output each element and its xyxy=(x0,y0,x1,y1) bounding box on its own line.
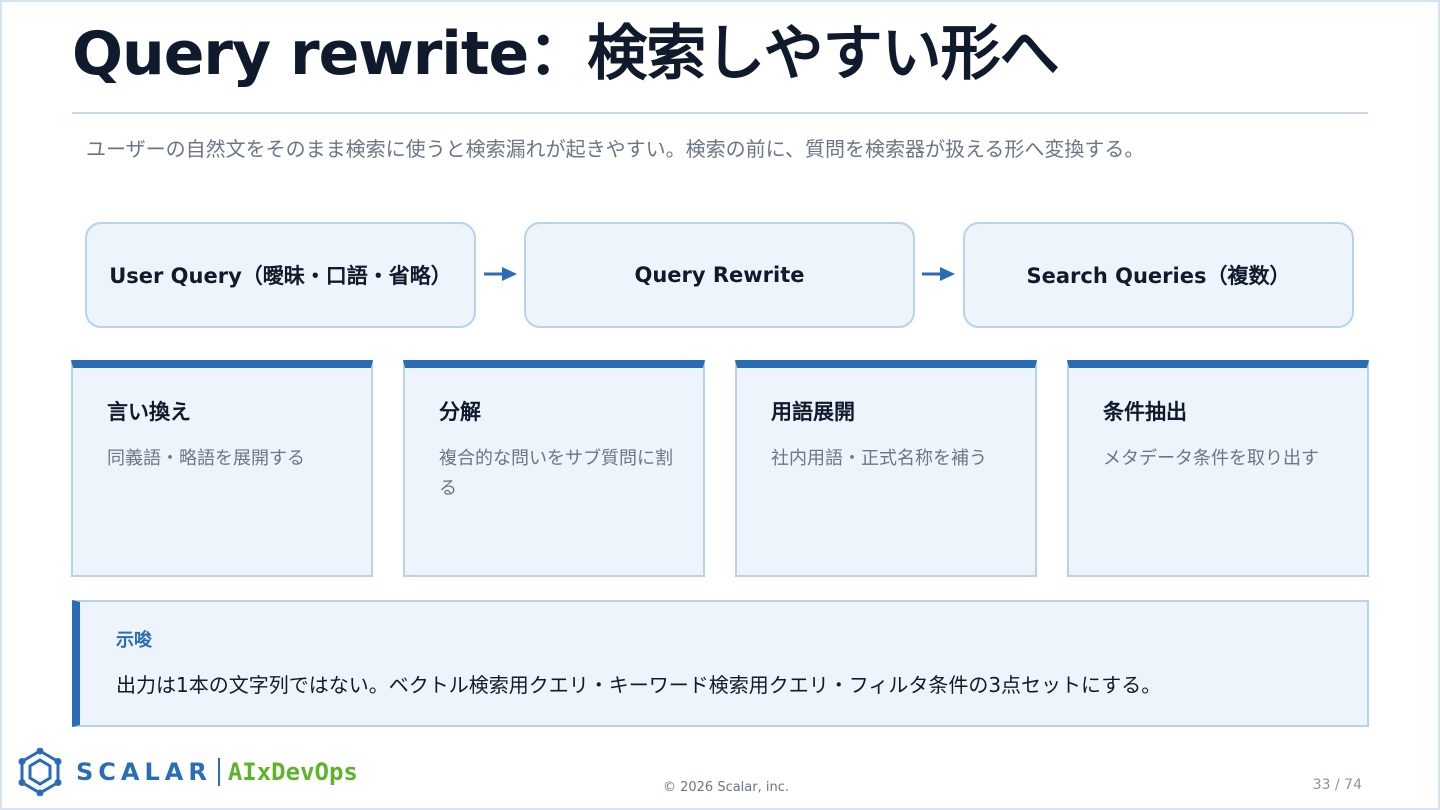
insight-label: 示唆 xyxy=(116,630,152,651)
slide-title: Query rewrite：検索しやすい形へ xyxy=(72,19,1060,89)
arrow-right-icon xyxy=(484,267,517,281)
card-title: 条件抽出 xyxy=(1103,400,1187,424)
card-description: 社内用語・正式名称を補う xyxy=(771,448,987,469)
flow-box-query-rewrite: Query Rewrite xyxy=(524,222,915,328)
insight-callout: 示唆 出力は1本の文字列ではない。ベクトル検索用クエリ・キーワード検索用クエリ・… xyxy=(72,600,1369,727)
card-decomposition: 分解 複合的な問いをサブ質問に割る xyxy=(403,360,705,577)
title-divider xyxy=(72,112,1368,114)
card-paraphrase: 言い換え 同義語・略語を展開する xyxy=(71,360,373,577)
card-description: メタデータ条件を取り出す xyxy=(1103,448,1319,469)
card-title: 分解 xyxy=(439,400,481,424)
arrow-right-icon xyxy=(922,267,955,281)
page-number: 33 / 74 xyxy=(1312,777,1362,793)
card-title: 言い換え xyxy=(107,400,191,424)
card-title: 用語展開 xyxy=(771,400,855,424)
insight-text: 出力は1本の文字列ではない。ベクトル検索用クエリ・キーワード検索用クエリ・フィル… xyxy=(116,673,1162,697)
card-term-expansion: 用語展開 社内用語・正式名称を補う xyxy=(735,360,1037,577)
flow-box-search-queries: Search Queries（複数） xyxy=(963,222,1354,328)
card-description: 複合的な問いをサブ質問に割る xyxy=(439,448,673,499)
flow-box-user-query: User Query（曖昧・口語・省略） xyxy=(85,222,476,328)
card-description: 同義語・略語を展開する xyxy=(107,448,305,469)
slide-subtitle: ユーザーの自然文をそのまま検索に使うと検索漏れが起きやすい。検索の前に、質問を検… xyxy=(86,137,1145,161)
copyright: © 2026 Scalar, inc. xyxy=(662,780,790,795)
card-condition-extraction: 条件抽出 メタデータ条件を取り出す xyxy=(1067,360,1369,577)
